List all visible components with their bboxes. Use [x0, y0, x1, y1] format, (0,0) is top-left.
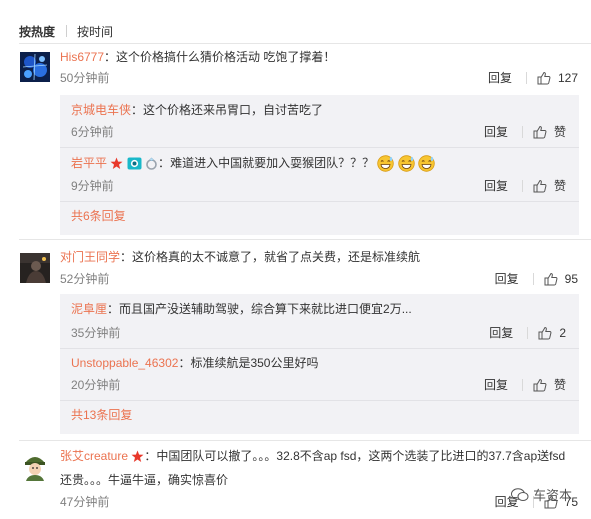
comment-text-continued: 还贵。。。牛逼牛逼，确实惊喜价	[60, 473, 229, 487]
wechat-logo-icon	[511, 487, 529, 501]
reply-list: 泥阜厘：而且国产没送辅助驾驶，综合算下来就比进口便宜2万... 35分钟前 回复…	[60, 294, 579, 434]
like-count: 2	[559, 326, 566, 340]
thumbs-up-icon	[538, 326, 552, 340]
like-label: 赞	[553, 378, 566, 392]
like-button[interactable]: 赞	[533, 123, 566, 141]
reply-time: 20分钟前	[71, 378, 121, 392]
reply-list: 京城电车侠：这个价格还来吊胃口，自讨苦吃了 6分钟前 回复 赞 岩平平 ：难道进…	[60, 95, 579, 235]
reply-text: 而且国产没送辅助驾驶，综合算下来就比进口便宜2万...	[119, 302, 412, 316]
comment-username[interactable]: His6777	[60, 50, 104, 64]
comment-time: 47分钟前	[60, 495, 110, 509]
divider	[19, 239, 591, 240]
thumbs-up-icon	[537, 71, 551, 85]
reply-username[interactable]: 京城电车侠	[71, 103, 131, 117]
avatar[interactable]	[20, 451, 50, 481]
like-count: 127	[557, 71, 578, 85]
red-star-badge-icon	[110, 157, 123, 170]
comment-text: 中国团队可以撤了。。。32.8不含ap fsd，这两个选装了比进口的37.7含a…	[156, 449, 566, 463]
like-button[interactable]: 2	[538, 324, 566, 342]
comment-text: 这个价格搞什么猜价格活动 吃饱了撑着！	[116, 50, 336, 64]
reply-divider	[60, 147, 579, 148]
comment-username[interactable]: 对门王同学	[60, 250, 120, 264]
grin-emoji-icon	[377, 155, 395, 173]
watermark: 车资本	[511, 485, 572, 504]
like-label: 赞	[553, 179, 566, 193]
reply-divider	[60, 348, 579, 349]
action-divider	[532, 273, 534, 285]
reply-username[interactable]: 泥阜厘	[71, 302, 107, 316]
like-count: 95	[564, 272, 578, 286]
like-button[interactable]: 赞	[533, 376, 566, 394]
colon-separator: ：	[158, 156, 171, 170]
comment-time: 52分钟前	[60, 272, 110, 286]
comment-item: His6777：这个价格搞什么猜价格活动 吃饱了撑着！ 50分钟前 回复 127…	[0, 48, 591, 235]
grin-emoji-icon	[418, 155, 435, 173]
reply-button[interactable]: 回复	[484, 123, 508, 141]
thumbs-up-icon	[533, 125, 547, 139]
reply-time: 9分钟前	[71, 179, 114, 193]
colon-separator: ：	[104, 50, 117, 64]
more-replies-link[interactable]: 共13条回复	[71, 406, 132, 424]
divider	[19, 440, 591, 441]
sort-bar: 按热度 按时间	[19, 21, 113, 41]
comment-text: 这价格真的太不诚意了，就省了点关费，还是标准续航	[132, 250, 421, 264]
comment-item: 张艾creature ：中国团队可以撤了。。。32.8不含ap fsd，这两个选…	[0, 447, 591, 519]
reply-time: 6分钟前	[71, 125, 114, 139]
action-divider	[521, 180, 523, 192]
sort-by-hot-tab[interactable]: 按热度	[19, 23, 55, 40]
reply-button[interactable]: 回复	[484, 177, 508, 195]
action-divider	[527, 327, 529, 339]
action-divider	[525, 72, 527, 84]
sort-by-time-tab[interactable]: 按时间	[77, 23, 113, 40]
colon-separator: ：	[144, 449, 157, 463]
reply-time: 35分钟前	[71, 326, 121, 340]
like-label: 赞	[553, 125, 566, 139]
reply-button[interactable]: 回复	[488, 69, 512, 87]
reply-button[interactable]: 回复	[484, 376, 508, 394]
reply-divider	[60, 400, 579, 401]
reply-button[interactable]: 回复	[489, 324, 513, 342]
reply-username[interactable]: 岩平平	[71, 156, 107, 170]
sort-divider	[66, 25, 68, 37]
red-star-badge-icon	[131, 450, 144, 463]
watermark-text: 车资本	[533, 488, 573, 503]
avatar[interactable]	[20, 253, 50, 283]
ring-badge-icon	[146, 157, 157, 171]
action-divider	[521, 126, 523, 138]
reply-text: 这个价格还来吊胃口，自讨苦吃了	[143, 103, 324, 117]
reply-username[interactable]: Unstoppable_46302	[71, 356, 178, 370]
comment-item: 对门王同学：这价格真的太不诚意了，就省了点关费，还是标准续航 52分钟前 回复 …	[0, 246, 591, 436]
colon-separator: ：	[178, 356, 191, 370]
grin-emoji-icon	[398, 155, 415, 173]
comment-username[interactable]: 张艾creature	[60, 449, 128, 463]
comment-time: 50分钟前	[60, 71, 110, 85]
reply-text: 标准续航是350公里好吗	[190, 356, 319, 370]
like-button[interactable]: 95	[544, 270, 578, 288]
colon-separator: ：	[107, 302, 120, 316]
avatar[interactable]	[20, 52, 50, 82]
eye-badge-icon	[127, 157, 142, 170]
reply-text: 难道进入中国就要加入耍猴团队？？？	[170, 156, 375, 170]
divider	[19, 43, 591, 44]
thumbs-up-icon	[533, 179, 547, 193]
like-button[interactable]: 赞	[533, 177, 566, 195]
reply-button[interactable]: 回复	[495, 270, 519, 288]
thumbs-up-icon	[544, 272, 558, 286]
reply-divider	[60, 201, 579, 202]
colon-separator: ：	[120, 250, 133, 264]
like-button[interactable]: 127	[537, 69, 578, 87]
more-replies-link[interactable]: 共6条回复	[71, 207, 126, 225]
thumbs-up-icon	[533, 378, 547, 392]
action-divider	[521, 379, 523, 391]
colon-separator: ：	[131, 103, 144, 117]
